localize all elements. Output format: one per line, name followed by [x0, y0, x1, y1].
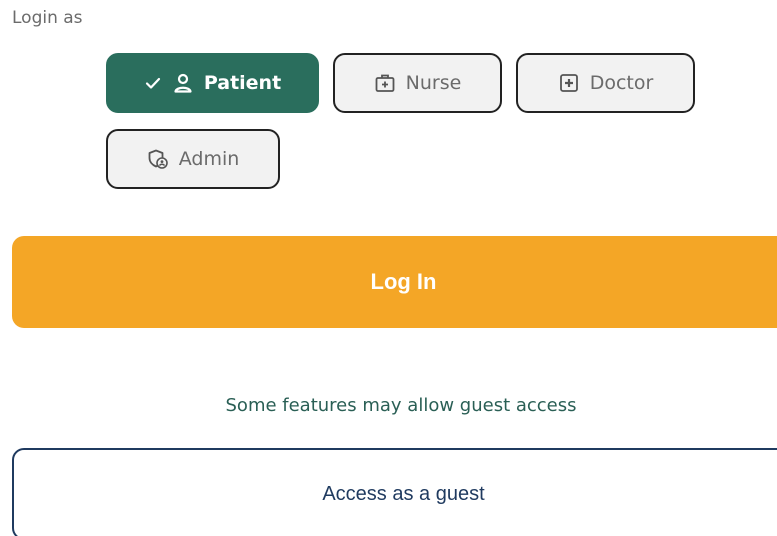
shield-user-icon	[147, 148, 169, 170]
person-icon	[172, 72, 194, 94]
role-doctor-label: Doctor	[589, 72, 654, 94]
guest-access-note: Some features may allow guest access	[225, 395, 577, 416]
role-nurse-label: Nurse	[405, 72, 462, 94]
login-page: Login as Patient Nurse Doctor Admin Log …	[0, 0, 777, 536]
role-admin-label: Admin	[178, 148, 240, 170]
plus-square-icon	[558, 72, 580, 94]
role-admin-button[interactable]: Admin	[106, 129, 280, 189]
login-button[interactable]: Log In	[12, 236, 777, 328]
guest-access-button[interactable]: Access as a guest	[12, 448, 777, 536]
role-patient-label: Patient	[203, 72, 282, 94]
role-doctor-button[interactable]: Doctor	[516, 53, 695, 113]
role-nurse-button[interactable]: Nurse	[333, 53, 502, 113]
check-icon	[144, 74, 162, 92]
login-as-label: Login as	[12, 8, 83, 28]
role-patient-button[interactable]: Patient	[106, 53, 319, 113]
medical-bag-icon	[374, 72, 396, 94]
